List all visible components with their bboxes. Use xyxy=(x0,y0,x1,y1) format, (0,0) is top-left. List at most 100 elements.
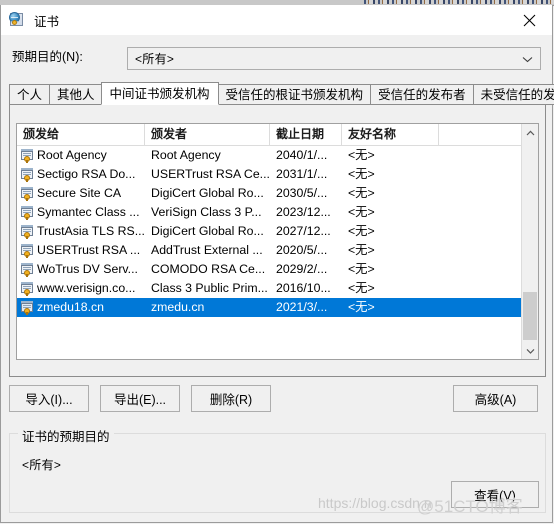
scrollbar-thumb[interactable] xyxy=(523,292,537,340)
list-rows: Root Agency Root Agency 2040/1/... <无> Secti… xyxy=(17,146,538,317)
tab-2[interactable]: 中间证书颁发机构 xyxy=(100,82,219,105)
tab-0[interactable]: 个人 xyxy=(9,84,50,105)
certificate-icon xyxy=(20,281,35,296)
cell-text: TrustAsia TLS RS... xyxy=(37,224,145,238)
group-value: <所有> xyxy=(22,458,62,472)
table-row[interactable]: Secure Site CA DigiCert Global Ro... 2030/… xyxy=(17,184,538,203)
table-row[interactable]: Symantec Class ... VeriSign Class 3 P... 2… xyxy=(17,203,538,222)
cell-text: USERTrust RSA ... xyxy=(37,243,141,257)
cell-friendly_name: <无> xyxy=(348,243,375,257)
cell-text: Root Agency xyxy=(37,148,107,162)
chevron-down-icon xyxy=(526,348,534,354)
chevron-up-icon xyxy=(526,130,534,135)
advanced-button[interactable]: 高级(A) xyxy=(453,385,538,412)
cell-friendly_name: <无> xyxy=(348,224,375,238)
certificate-intended-purposes-group: 证书的预期目的 <所有> 查看(V) xyxy=(9,426,546,513)
cell-issued_to: USERTrust RSA ... xyxy=(17,241,145,260)
table-row[interactable]: WoTrus DV Serv... COMODO RSA Ce... 2029/2/… xyxy=(17,260,538,279)
column-header-1[interactable]: 颁发者 xyxy=(145,124,270,145)
column-header-4[interactable] xyxy=(439,124,523,145)
list-header: 颁发给 颁发者 截止日期 友好名称 xyxy=(17,124,538,146)
cell-issued_by: COMODO RSA Ce... xyxy=(151,262,266,276)
title-bar: 证书 xyxy=(1,5,552,35)
column-header-2[interactable]: 截止日期 xyxy=(270,124,342,145)
cell-expiry: 2031/1/... xyxy=(276,167,328,181)
close-button[interactable] xyxy=(507,5,552,35)
cell-expiry: 2029/2/... xyxy=(276,262,328,276)
table-row[interactable]: TrustAsia TLS RS... DigiCert Global Ro...… xyxy=(17,222,538,241)
tab-1[interactable]: 其他人 xyxy=(49,84,102,105)
cell-text: zmedu18.cn xyxy=(37,300,104,314)
cell-friendly_name: <无> xyxy=(348,148,375,162)
cell-issued_by: USERTrust RSA Ce... xyxy=(151,167,270,181)
tab-4[interactable]: 受信任的发布者 xyxy=(370,84,473,105)
cell-friendly_name: <无> xyxy=(348,186,375,200)
cell-text: Symantec Class ... xyxy=(37,205,140,219)
cell-issued_by: zmedu.cn xyxy=(151,300,205,314)
cell-friendly_name: <无> xyxy=(348,262,375,276)
cell-text: www.verisign.co... xyxy=(37,281,136,295)
tab-panel-intermediate-ca: 颁发给 颁发者 截止日期 友好名称 Root Agency Root Agency 204… xyxy=(9,105,546,377)
cell-issued_to: Secure Site CA xyxy=(17,184,145,203)
certificate-icon xyxy=(20,300,35,315)
action-button-row: 导入(I)... 导出(E)... 删除(R) 高级(A) xyxy=(1,385,554,415)
export-button[interactable]: 导出(E)... xyxy=(100,385,180,412)
intended-purpose-row: 预期目的(N): <所有> xyxy=(1,35,554,75)
certificate-icon xyxy=(20,186,35,201)
table-row[interactable]: Sectigo RSA Do... USERTrust RSA Ce... 2031… xyxy=(17,165,538,184)
import-button[interactable]: 导入(I)... xyxy=(9,385,89,412)
cell-expiry: 2020/5/... xyxy=(276,243,328,257)
cell-expiry: 2040/1/... xyxy=(276,148,328,162)
table-row[interactable]: www.verisign.co... Class 3 Public Prim...… xyxy=(17,279,538,298)
cell-issued_to: TrustAsia TLS RS... xyxy=(17,222,145,241)
chevron-down-icon xyxy=(522,52,533,66)
cell-friendly_name: <无> xyxy=(348,205,375,219)
cell-issued_to: Root Agency xyxy=(17,146,145,165)
cell-friendly_name: <无> xyxy=(348,281,375,295)
table-row[interactable]: zmedu18.cn zmedu.cn 2021/3/... <无> xyxy=(17,298,538,317)
table-row[interactable]: Root Agency Root Agency 2040/1/... <无> xyxy=(17,146,538,165)
vertical-scrollbar[interactable] xyxy=(521,124,538,359)
cell-text: Secure Site CA xyxy=(37,186,122,200)
cell-issued_by: Class 3 Public Prim... xyxy=(151,281,268,295)
group-title: 证书的预期目的 xyxy=(18,426,114,445)
cell-issued_to: WoTrus DV Serv... xyxy=(17,260,145,279)
tab-strip: 个人其他人中间证书颁发机构受信任的根证书颁发机构受信任的发布者未受信任的发布者 xyxy=(9,82,554,106)
scroll-up-button[interactable] xyxy=(522,124,538,141)
view-button[interactable]: 查看(V) xyxy=(451,481,539,508)
cell-expiry: 2016/10... xyxy=(276,281,331,295)
certificate-icon xyxy=(9,11,26,29)
cell-issued_to: Symantec Class ... xyxy=(17,203,145,222)
cell-issued_by: DigiCert Global Ro... xyxy=(151,224,264,238)
cell-issued_to: zmedu18.cn xyxy=(17,298,145,317)
certificates-dialog: 证书 预期目的(N): <所有> 个人 其他人 中间证书颁发机构 受信任的根证书颁发机… xyxy=(0,5,554,523)
certificate-icon xyxy=(20,205,35,220)
cell-issued_to: Sectigo RSA Do... xyxy=(17,165,145,184)
cell-text: Sectigo RSA Do... xyxy=(37,167,136,181)
tab-5[interactable]: 未受信任的发布者 xyxy=(472,84,554,105)
window-title: 证书 xyxy=(34,14,60,29)
table-row[interactable]: USERTrust RSA ... AddTrust External ... 20… xyxy=(17,241,538,260)
close-icon xyxy=(523,14,536,26)
intended-purpose-label: 预期目的(N): xyxy=(12,49,83,64)
scroll-down-button[interactable] xyxy=(522,342,538,359)
certificates-list[interactable]: 颁发给 颁发者 截止日期 友好名称 Root Agency Root Agency 204… xyxy=(16,123,539,360)
cell-issued_by: VeriSign Class 3 P... xyxy=(151,205,262,219)
remove-button[interactable]: 删除(R) xyxy=(191,385,271,412)
cell-expiry: 2023/12... xyxy=(276,205,331,219)
certificate-icon xyxy=(20,167,35,182)
cell-issued_by: DigiCert Global Ro... xyxy=(151,186,264,200)
cell-issued_to: www.verisign.co... xyxy=(17,279,145,298)
cell-issued_by: Root Agency xyxy=(151,148,221,162)
cell-text: WoTrus DV Serv... xyxy=(37,262,138,276)
cell-expiry: 2021/3/... xyxy=(276,300,328,314)
column-header-3[interactable]: 友好名称 xyxy=(342,124,439,145)
column-header-0[interactable]: 颁发给 xyxy=(17,124,145,145)
intended-purpose-combobox[interactable]: <所有> xyxy=(127,47,541,70)
certificate-icon xyxy=(20,148,35,163)
cell-friendly_name: <无> xyxy=(348,167,375,181)
certificate-icon xyxy=(20,224,35,239)
cell-expiry: 2027/12... xyxy=(276,224,331,238)
tab-3[interactable]: 受信任的根证书颁发机构 xyxy=(217,84,371,105)
certificate-icon xyxy=(20,262,35,277)
